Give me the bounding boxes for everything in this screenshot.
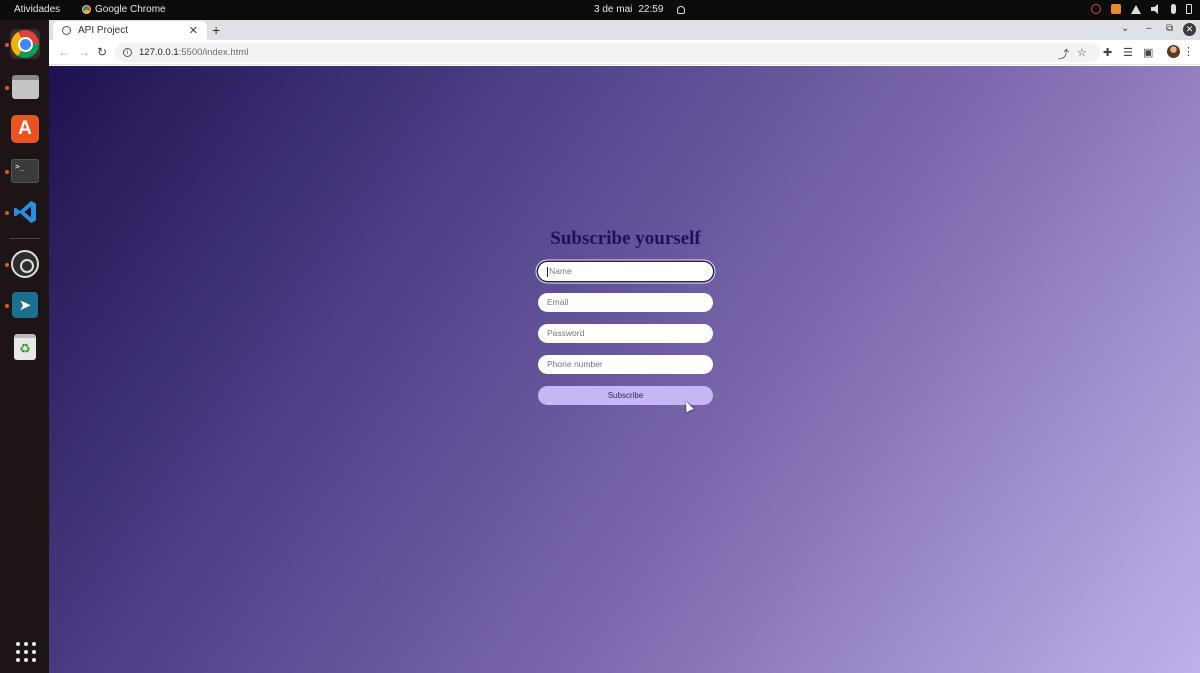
forward-icon[interactable]: → [78,45,90,59]
more-menu-icon[interactable]: ⋮ [1183,45,1194,58]
dock-item-app-store[interactable]: A [10,114,40,144]
dock-item-vscode[interactable] [10,197,40,227]
tab-strip: API Project ✕ + ⌄ – ⧉ ✕ [49,20,1200,40]
globe-icon [62,26,71,35]
volume-icon[interactable] [1151,4,1158,14]
chrome-icon [11,30,39,58]
password-placeholder: Password [547,328,585,338]
system-tray[interactable] [1091,4,1192,14]
browser-toolbar: ← → ↻ i 127.0.0.1:5500/index.html ⤴ ☆ ✚ … [49,40,1200,65]
clock-time: 22:59 [638,4,664,15]
profile-avatar[interactable] [1167,45,1180,58]
email-input[interactable]: Email [538,293,713,312]
dock-item-terminal[interactable]: >_ [10,156,40,186]
minimize-icon[interactable]: – [1146,23,1152,34]
running-indicator [5,43,9,47]
password-input[interactable]: Password [538,324,713,343]
app-name-label: Google Chrome [95,4,166,15]
vscode-icon [14,201,36,223]
restore-icon[interactable]: ⧉ [1166,23,1173,34]
running-indicator [5,86,9,90]
reading-list-icon[interactable]: ☰ [1123,46,1133,59]
page-title: Subscribe yourself [550,228,701,249]
microphone-icon[interactable] [1171,4,1176,14]
phone-input[interactable]: Phone number [538,355,713,374]
dock-separator [10,238,40,239]
screencast-icon[interactable] [1111,4,1121,14]
site-info-icon[interactable]: i [123,48,132,57]
battery-icon[interactable] [1186,4,1192,14]
url-path: :5500/index.html [178,47,249,58]
files-icon [11,75,39,99]
tab-title: API Project [78,25,129,36]
dock-item-trash[interactable]: ♻ [10,332,40,362]
terminal-icon: >_ [11,159,39,183]
url-host: 127.0.0.1 [139,47,179,58]
dock-item-files[interactable] [10,72,40,102]
app-menu[interactable]: Google Chrome [82,4,166,15]
indicator-icon[interactable] [1091,4,1101,14]
subscribe-form: Subscribe yourself Name Email Password P… [538,228,713,405]
browser-window: API Project ✕ + ⌄ – ⧉ ✕ ← → ↻ i 127.0.0.… [49,20,1200,673]
activities-button[interactable]: Atividades [14,4,60,15]
obs-icon [11,250,39,278]
trash-icon: ♻ [14,334,36,360]
running-indicator [5,170,9,174]
app-store-icon: A [11,115,39,143]
close-window-icon[interactable]: ✕ [1183,23,1196,36]
chrome-icon [82,5,91,14]
tab-search-icon[interactable]: ⌄ [1121,23,1129,34]
new-tab-button[interactable]: + [212,22,220,38]
extensions-icon[interactable]: ✚ [1103,46,1112,59]
bookmark-star-icon[interactable]: ☆ [1077,46,1087,59]
dock-item-chrome[interactable] [10,29,40,59]
email-placeholder: Email [547,297,569,307]
reload-icon[interactable]: ↻ [97,45,107,59]
page-viewport: Subscribe yourself Name Email Password P… [49,66,1200,673]
send-app-icon: ➤ [12,292,38,318]
dock-item-send[interactable]: ➤ [10,290,40,320]
clock[interactable]: 3 de mai 22:59 [594,4,686,15]
running-indicator [5,263,9,267]
side-panel-icon[interactable]: ▣ [1143,46,1153,59]
show-apps-icon[interactable] [16,642,36,662]
system-top-bar: Atividades Google Chrome 3 de mai 22:59 [0,0,1200,20]
close-tab-icon[interactable]: ✕ [189,24,198,37]
back-icon[interactable]: ← [58,45,70,59]
phone-placeholder: Phone number [547,359,603,369]
share-icon[interactable]: ⤴ [1058,46,1069,62]
notification-icon [677,5,686,14]
text-caret [547,266,548,277]
dock: A >_ ➤ ♻ [0,20,49,673]
network-icon[interactable] [1131,4,1141,14]
name-placeholder: Name [549,266,572,276]
name-input[interactable]: Name [538,262,713,281]
running-indicator [5,211,9,215]
address-bar[interactable]: i 127.0.0.1:5500/index.html ⤴ ☆ [115,43,1100,62]
dock-item-obs[interactable] [10,249,40,279]
clock-date: 3 de mai [594,4,633,15]
tab-api-project[interactable]: API Project ✕ [53,21,207,40]
running-indicator [5,304,9,308]
